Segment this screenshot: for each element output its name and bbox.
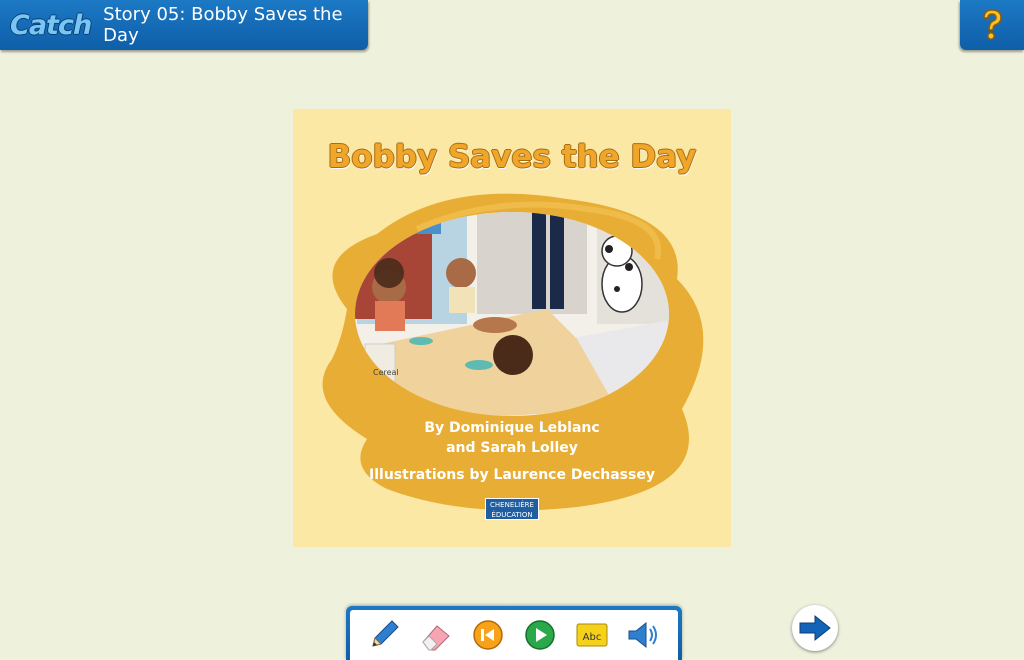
audio-button[interactable]	[624, 615, 664, 655]
arrow-right-icon	[799, 614, 831, 642]
play-icon	[525, 620, 555, 650]
catch-logo: Catch	[10, 9, 92, 41]
next-page-button[interactable]	[792, 605, 838, 651]
cereal-box-label: Cereal	[373, 368, 399, 377]
speaker-icon	[628, 621, 657, 649]
reader-toolbar: Abc	[346, 606, 682, 660]
publisher-line-1: CHENELIÈRE	[490, 501, 534, 509]
author-line-2: and Sarah Lolley	[446, 440, 578, 456]
story-title: Story 05: Bobby Saves the Day	[103, 4, 343, 46]
publisher-line-2: ÉDUCATION	[491, 511, 533, 519]
rewind-button[interactable]	[468, 615, 508, 655]
abc-icon-label: Abc	[583, 632, 602, 643]
play-button[interactable]	[520, 615, 560, 655]
abc-icon: Abc	[576, 623, 608, 647]
cover-title: Bobby Saves the Day	[327, 139, 697, 175]
book-cover: Bobby Saves the Day Cereal By Dominique …	[293, 109, 731, 547]
illustrator-credit: Illustrations by Laurence Dechassey	[369, 467, 655, 483]
help-button[interactable]	[960, 0, 1024, 50]
cover-illustration-frame: Cereal	[322, 193, 704, 511]
pencil-tool-button[interactable]	[364, 615, 404, 655]
eraser-tool-button[interactable]	[416, 615, 456, 655]
title-bar: Catch Story 05: Bobby Saves the Day	[0, 0, 368, 50]
publisher-logo: CHENELIÈRE ÉDUCATION	[485, 498, 539, 520]
pencil-icon	[372, 620, 399, 647]
toolbar-tray: Abc	[350, 610, 678, 660]
abc-button[interactable]: Abc	[572, 615, 612, 655]
eraser-icon	[422, 625, 450, 651]
question-mark-icon	[983, 9, 1002, 40]
author-line-1: By Dominique Leblanc	[424, 420, 600, 436]
rewind-icon	[473, 620, 503, 650]
